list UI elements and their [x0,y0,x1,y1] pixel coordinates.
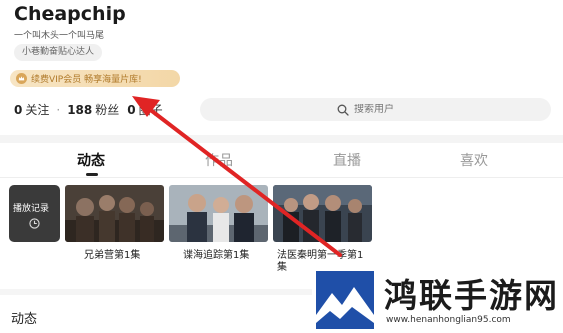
play-history-label: 播放记录 [13,204,50,214]
vip-renew-banner[interactable]: 续费VIP会员 畅享海量片库! [10,70,180,87]
section-title: 动态 [11,312,38,327]
video-poster-image [65,185,164,242]
username: Cheapchip [14,3,126,25]
profile-tabs: 动态 作品 直播 喜欢 [0,143,563,177]
video-poster-image [273,185,372,242]
video-thumbnail[interactable] [273,185,372,242]
tab-live[interactable]: 直播 [333,150,361,170]
video-thumbnail[interactable] [65,185,164,242]
search-input[interactable] [354,104,414,115]
crown-icon [16,73,27,84]
following-label[interactable]: 关注 [25,101,49,118]
video-caption[interactable]: 谍海追踪第1集 [183,250,249,262]
circle-count[interactable]: 0 [127,103,135,117]
following-count[interactable]: 0 [14,103,22,117]
user-tag-badge[interactable]: 小巷勤奋贴心达人 [14,44,103,61]
play-history-card[interactable]: 播放记录 [9,185,60,242]
stats-separator: · [56,102,61,117]
search-bar[interactable] [200,98,551,121]
tab-dynamic[interactable]: 动态 [77,150,105,170]
video-caption[interactable]: 兄弟营第1集 [84,250,140,262]
tab-likes[interactable]: 喜欢 [460,150,488,170]
watermark-title: 鸿联手游网 [384,276,559,315]
video-thumbnail[interactable] [169,185,268,242]
vip-banner-text: 续费VIP会员 畅享海量片库! [31,75,142,85]
header-divider [0,135,563,143]
profile-stats: 0 关注 · 188 粉丝 0 圈子 [14,101,163,118]
user-bio: 一个叫木头一个叫马尾 [14,31,105,41]
fans-count[interactable]: 188 [67,103,92,117]
active-tab-indicator [86,173,98,176]
tabs-divider [0,177,563,178]
video-poster-image [169,185,268,242]
tab-works[interactable]: 作品 [205,150,233,170]
fans-label[interactable]: 粉丝 [95,101,119,118]
watermark-url: www.henanhonglian95.com [386,315,511,325]
search-icon [337,104,349,116]
site-logo-icon [316,271,374,329]
clock-icon [29,218,40,229]
site-watermark: 鸿联手游网 www.henanhonglian95.com [312,265,563,333]
circle-label[interactable]: 圈子 [139,101,163,118]
